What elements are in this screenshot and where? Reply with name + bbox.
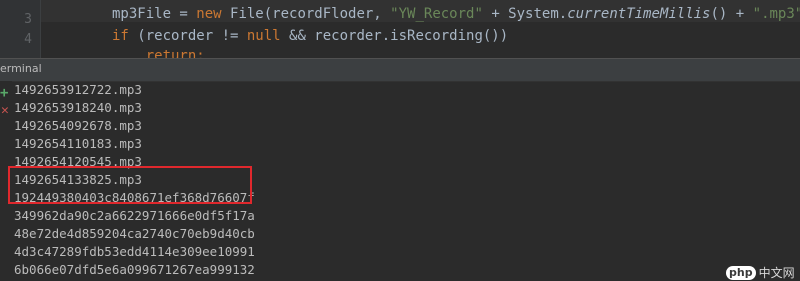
watermark-text: 中文网 [758,266,795,280]
watermark-logo: php [726,265,756,280]
code-line-1[interactable]: mp3File = new File(recordFloder, "YW_Rec… [112,4,800,24]
watermark: php 中文网 [726,264,795,281]
annotation-highlight-box [8,166,252,204]
terminal-line: 349962da90c2a6622971666e0df5f17a [14,208,255,223]
terminal-line: 1492653918240.mp3 [14,100,142,115]
terminal-line: 1492653912722.mp3 [14,82,142,97]
close-icon[interactable]: ✕ [1,104,9,117]
terminal-header: erminal [0,58,800,82]
terminal-line: 1492654092678.mp3 [14,118,142,133]
terminal-line: 48e72de4d859204ca2740c70eb9d40cb [14,226,255,241]
code-line-2[interactable]: if (recorder != null && recorder.isRecor… [112,26,508,46]
terminal-title: erminal [0,62,42,75]
line-number-gutter: 3 4 [0,0,41,58]
terminal-line: 6b066e07dfd5e6a099671267ea999132 [14,262,255,277]
terminal-line: 1492654110183.mp3 [14,136,142,151]
code-line-3[interactable]: return; [112,46,205,58]
terminal-line: 4d3c47289fdb53edd4114e309ee10991 [14,244,255,259]
code-editor[interactable]: 3 4 mp3File = new File(recordFloder, "YW… [0,0,800,58]
plus-icon[interactable]: + [0,86,8,100]
line-number: 4 [24,32,32,47]
line-number: 3 [24,12,32,27]
